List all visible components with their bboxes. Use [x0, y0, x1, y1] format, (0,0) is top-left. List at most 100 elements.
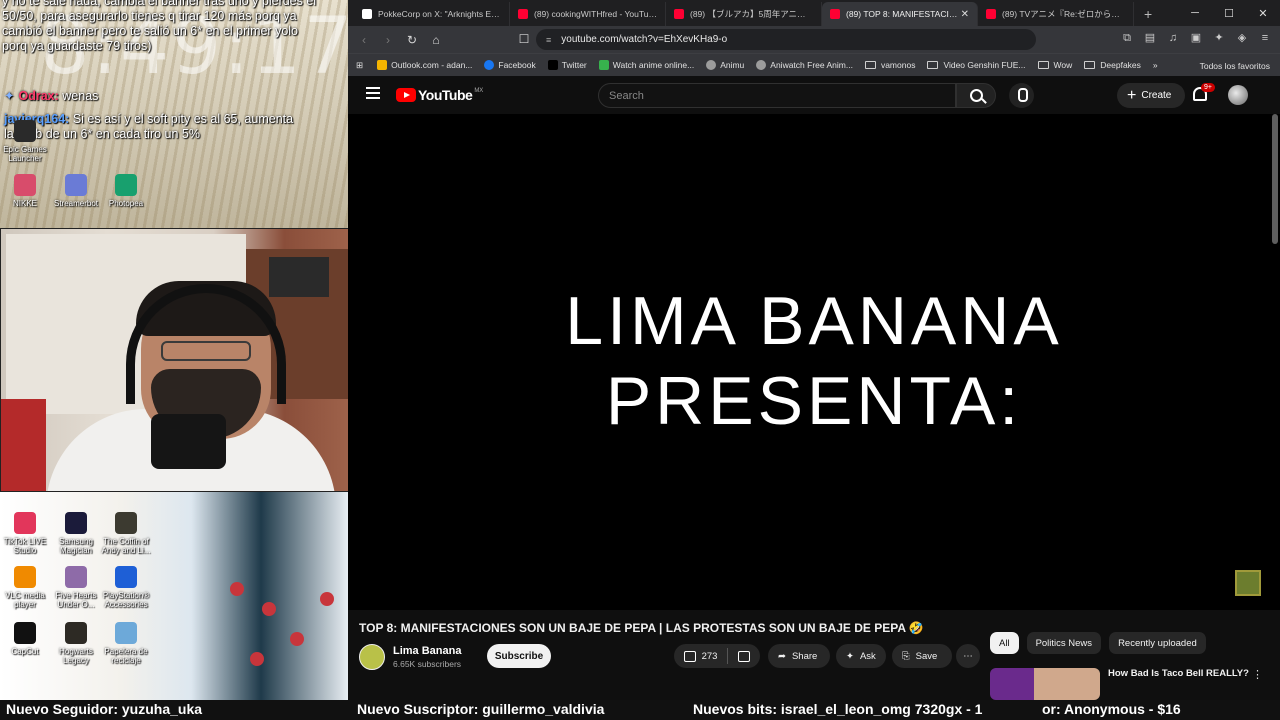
x-icon [547, 60, 558, 70]
ticker-subscriber: Nuevo Suscriptor: guillermo_valdivia [357, 701, 605, 717]
bookmark-watch-anime[interactable]: Watch anime online... [598, 60, 694, 70]
desktop-icon-capcut[interactable]: CapCut [0, 622, 54, 656]
aniwatch-icon [756, 60, 767, 70]
menu-icon[interactable]: ≡ [1258, 31, 1272, 45]
tab-bluearchive-pv[interactable]: (89) 【ブルアカ】5周年アニメPV - YouTu [666, 2, 822, 26]
tab-top8-manifestaciones[interactable]: (89) TOP 8: MANIFESTACIONES ✕ [822, 2, 978, 26]
like-icon[interactable] [684, 650, 696, 662]
window-controls: ─ ☐ ✕ [1178, 0, 1280, 26]
home-icon[interactable]: ⌂ [428, 33, 444, 47]
recommended-video[interactable]: How Bad Is Taco Bell REALLY? ⋮ [990, 664, 1275, 700]
youtube-icon [518, 9, 528, 19]
subscriber-count: 6.65K subscribers [393, 659, 462, 669]
desktop-icon-recycle-bin[interactable]: Papelera de reciclaje [97, 622, 155, 665]
desktop-icon-coffin-of-andy[interactable]: The Coffin of Andy and Li... [97, 512, 155, 555]
bookmark-twitter[interactable]: Twitter [547, 60, 587, 70]
folder-icon [927, 61, 939, 69]
youtube-icon [830, 9, 840, 19]
chip-recently-uploaded[interactable]: Recently uploaded [1109, 632, 1206, 654]
forward-icon[interactable]: › [380, 33, 396, 47]
video-player[interactable]: LIMA BANANA PRESENTA: [348, 114, 1280, 610]
close-window-icon[interactable]: ✕ [1246, 0, 1280, 26]
wallet-icon[interactable]: ▣ [1189, 31, 1203, 45]
ask-button[interactable]: ✦ Ask [836, 644, 886, 668]
extensions-icon[interactable]: ⧉ [1120, 31, 1134, 45]
bookmark-animu[interactable]: Animu [706, 60, 744, 70]
avatar[interactable] [1228, 85, 1248, 105]
youtube-play-icon [396, 88, 416, 102]
tab-rezero[interactable]: (89) TVアニメ『Re:ゼロから始める異世界 [978, 2, 1134, 26]
reload-icon[interactable]: ↻ [404, 33, 420, 47]
desktop-icon-playstation-accessories[interactable]: PlayStation® Accessories [97, 566, 155, 609]
channel-avatar[interactable] [359, 644, 385, 670]
bookmark-folder-deepfakes[interactable]: Deepfakes [1084, 60, 1141, 70]
desktop-icon-nikke[interactable]: NIKKE [0, 174, 54, 208]
globe-icon [706, 60, 717, 70]
share-icon: ➦ [778, 650, 786, 662]
new-tab-icon[interactable]: + [1134, 6, 1162, 26]
chip-politics-news[interactable]: Politics News [1026, 632, 1102, 654]
dislike-icon[interactable] [738, 650, 750, 662]
screen: 8:49:17 y no te sale nada, cambia el ban… [0, 0, 1280, 720]
tab-cookingwithfred[interactable]: (89) cookingWITHfred - YouTube [510, 2, 666, 26]
hamburger-menu-icon[interactable] [366, 87, 380, 102]
bookmark-folder-vamonos[interactable]: vamonos [864, 60, 915, 70]
bookmarks-overflow-icon[interactable]: » [1153, 60, 1158, 70]
photopea-icon [115, 174, 137, 196]
ai-icon[interactable]: ✦ [1212, 31, 1226, 45]
bookmark-facebook[interactable]: Facebook [484, 60, 536, 70]
folder-icon [864, 61, 876, 69]
ticker-donor: or: Anonymous - $16 [1042, 701, 1181, 717]
channel-watermark[interactable] [1235, 570, 1261, 596]
recommended-title[interactable]: How Bad Is Taco Bell REALLY? [1108, 668, 1249, 679]
youtube-icon [674, 9, 684, 19]
desktop-icon-vlc[interactable]: VLC media player [0, 566, 54, 609]
bookmark-all-favorites[interactable]: Todos los favoritos [1200, 54, 1270, 77]
bookmark-outlook[interactable]: Outlook.com - adan... [377, 60, 472, 70]
playstation-icon [115, 566, 137, 588]
sidebar-icon[interactable]: ▤ [1143, 31, 1157, 45]
bookmark-aniwatch[interactable]: Aniwatch Free Anim... [756, 60, 853, 70]
like-count[interactable]: 273 [702, 651, 718, 662]
close-tab-icon[interactable]: ✕ [961, 9, 969, 20]
apps-icon[interactable]: ⊞ [356, 60, 363, 71]
coffin-of-andy-icon [115, 512, 137, 534]
vpn-icon[interactable]: ◈ [1235, 31, 1249, 45]
desktop-icon-photopea[interactable]: Photopea [97, 174, 155, 208]
create-button[interactable]: + Create [1117, 83, 1185, 108]
url-field[interactable]: ≡ youtube.com/watch?v=EhXevKHa9-o [536, 29, 1036, 50]
capcut-icon [14, 622, 36, 644]
youtube-header: YouTube MX Search + Create 9+ [348, 76, 1280, 114]
bookmark-folder-video-genshin[interactable]: Video Genshin FUE... [927, 60, 1026, 70]
search-icon[interactable] [956, 83, 996, 108]
desktop-icon-epic-games[interactable]: Epic Games Launcher [0, 120, 54, 163]
recommended-thumbnail[interactable] [990, 668, 1100, 700]
youtube-page: YouTube MX Search + Create 9+ LIMA BANANA… [348, 76, 1280, 700]
more-actions-icon[interactable]: ⋯ [956, 644, 980, 668]
folder-icon [1037, 61, 1049, 69]
voice-search-icon[interactable] [1009, 83, 1034, 108]
stream-alert-ticker: Nuevo Seguidor: yuzuha_uka Nuevo Suscrip… [0, 700, 1280, 720]
music-icon[interactable]: ♫ [1166, 31, 1180, 45]
desktop-icon-tiktok-live[interactable]: TikTok LIVE Studio [0, 512, 54, 555]
chip-all[interactable]: All [990, 632, 1019, 654]
subscribe-button[interactable]: Subscribe [487, 644, 551, 668]
channel-name[interactable]: Lima Banana [393, 645, 461, 657]
recycle-bin-icon [115, 622, 137, 644]
region-code: MX [474, 88, 484, 94]
youtube-logo[interactable]: YouTube MX [396, 87, 483, 103]
bookmark-folder-wow[interactable]: Wow [1037, 60, 1072, 70]
maximize-icon[interactable]: ☐ [1212, 0, 1246, 26]
save-button[interactable]: ⎘ Save [892, 644, 952, 668]
more-vert-icon[interactable]: ⋮ [1252, 668, 1263, 681]
search-input[interactable]: Search [598, 83, 956, 108]
tab-pokkecorp[interactable]: PokkeCorp on X: "Arknights Endfie [354, 2, 510, 26]
scrollbar[interactable] [1272, 114, 1278, 244]
back-icon[interactable]: ‹ [356, 33, 372, 47]
site-info-icon[interactable]: ≡ [546, 35, 551, 45]
minimize-icon[interactable]: ─ [1178, 0, 1212, 26]
share-button[interactable]: ➦ Share [768, 644, 830, 668]
like-dislike-group: 273 [674, 644, 760, 668]
x-icon [362, 9, 372, 19]
bookmark-page-icon[interactable]: ☐ [516, 32, 532, 46]
